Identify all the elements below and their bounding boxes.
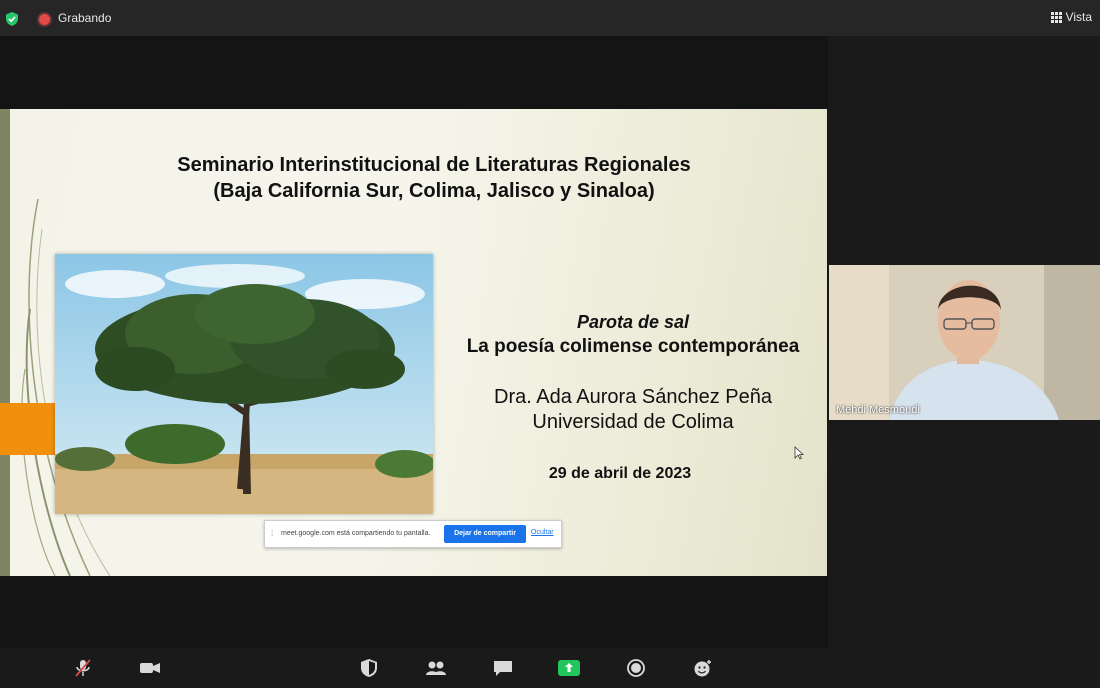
view-button[interactable]: Vista (1050, 10, 1092, 24)
slide-author-block: Dra. Ada Aurora Sánchez Peña Universidad… (440, 385, 826, 435)
share-screen-icon[interactable] (558, 658, 580, 678)
security-shield-icon[interactable] (5, 12, 19, 26)
reactions-icon[interactable] (692, 658, 714, 678)
drag-handle-icon[interactable]: ⁞ (271, 530, 273, 538)
slide-date: 29 de abril de 2023 (548, 465, 692, 482)
participants-icon[interactable] (425, 658, 447, 678)
meeting-toolbar (0, 648, 1100, 688)
hide-link[interactable]: Ocultar (531, 529, 554, 536)
slide-title-line1: Seminario Interinstitucional de Literatu… (177, 154, 691, 176)
recording-icon[interactable] (39, 14, 50, 25)
stop-sharing-button[interactable]: Dejar de compartir (444, 525, 526, 543)
record-icon[interactable] (625, 658, 647, 678)
slide-institution: Universidad de Colima (532, 411, 734, 433)
slide-italic-title: Parota de sal (576, 312, 690, 332)
chat-icon[interactable] (492, 658, 514, 678)
participant-video-tile[interactable]: Mehdi Mesmoudi (829, 265, 1100, 420)
view-button-label: Vista (1065, 10, 1092, 24)
slide-title-line2: (Baja California Sur, Colima, Jalisco y … (213, 180, 655, 202)
screen-share-notification: ⁞ meet.google.com está compartiendo tu p… (264, 520, 562, 548)
slide-author: Dra. Ada Aurora Sánchez Peña (494, 386, 772, 408)
video-camera-icon[interactable] (139, 658, 161, 678)
security-shield-toolbar-icon[interactable] (358, 658, 380, 678)
presentation-slide: Seminario Interinstitucional de Literatu… (0, 109, 827, 576)
microphone-muted-icon[interactable] (72, 658, 94, 678)
mouse-cursor-icon (794, 446, 804, 460)
top-bar: Grabando Vista (0, 0, 1100, 36)
slide-orange-accent (0, 403, 56, 455)
recording-label[interactable]: Grabando (58, 11, 111, 25)
participant-video (829, 265, 1100, 420)
share-notification-message: meet.google.com está compartiendo tu pan… (281, 530, 431, 537)
participant-name: Mehdi Mesmoudi (836, 404, 920, 416)
slide-title: Seminario Interinstitucional de Literatu… (0, 152, 827, 204)
tree-photo (55, 254, 433, 514)
slide-subtitle: La poesía colimense contemporánea (466, 336, 800, 357)
grid-view-icon (1050, 11, 1062, 23)
